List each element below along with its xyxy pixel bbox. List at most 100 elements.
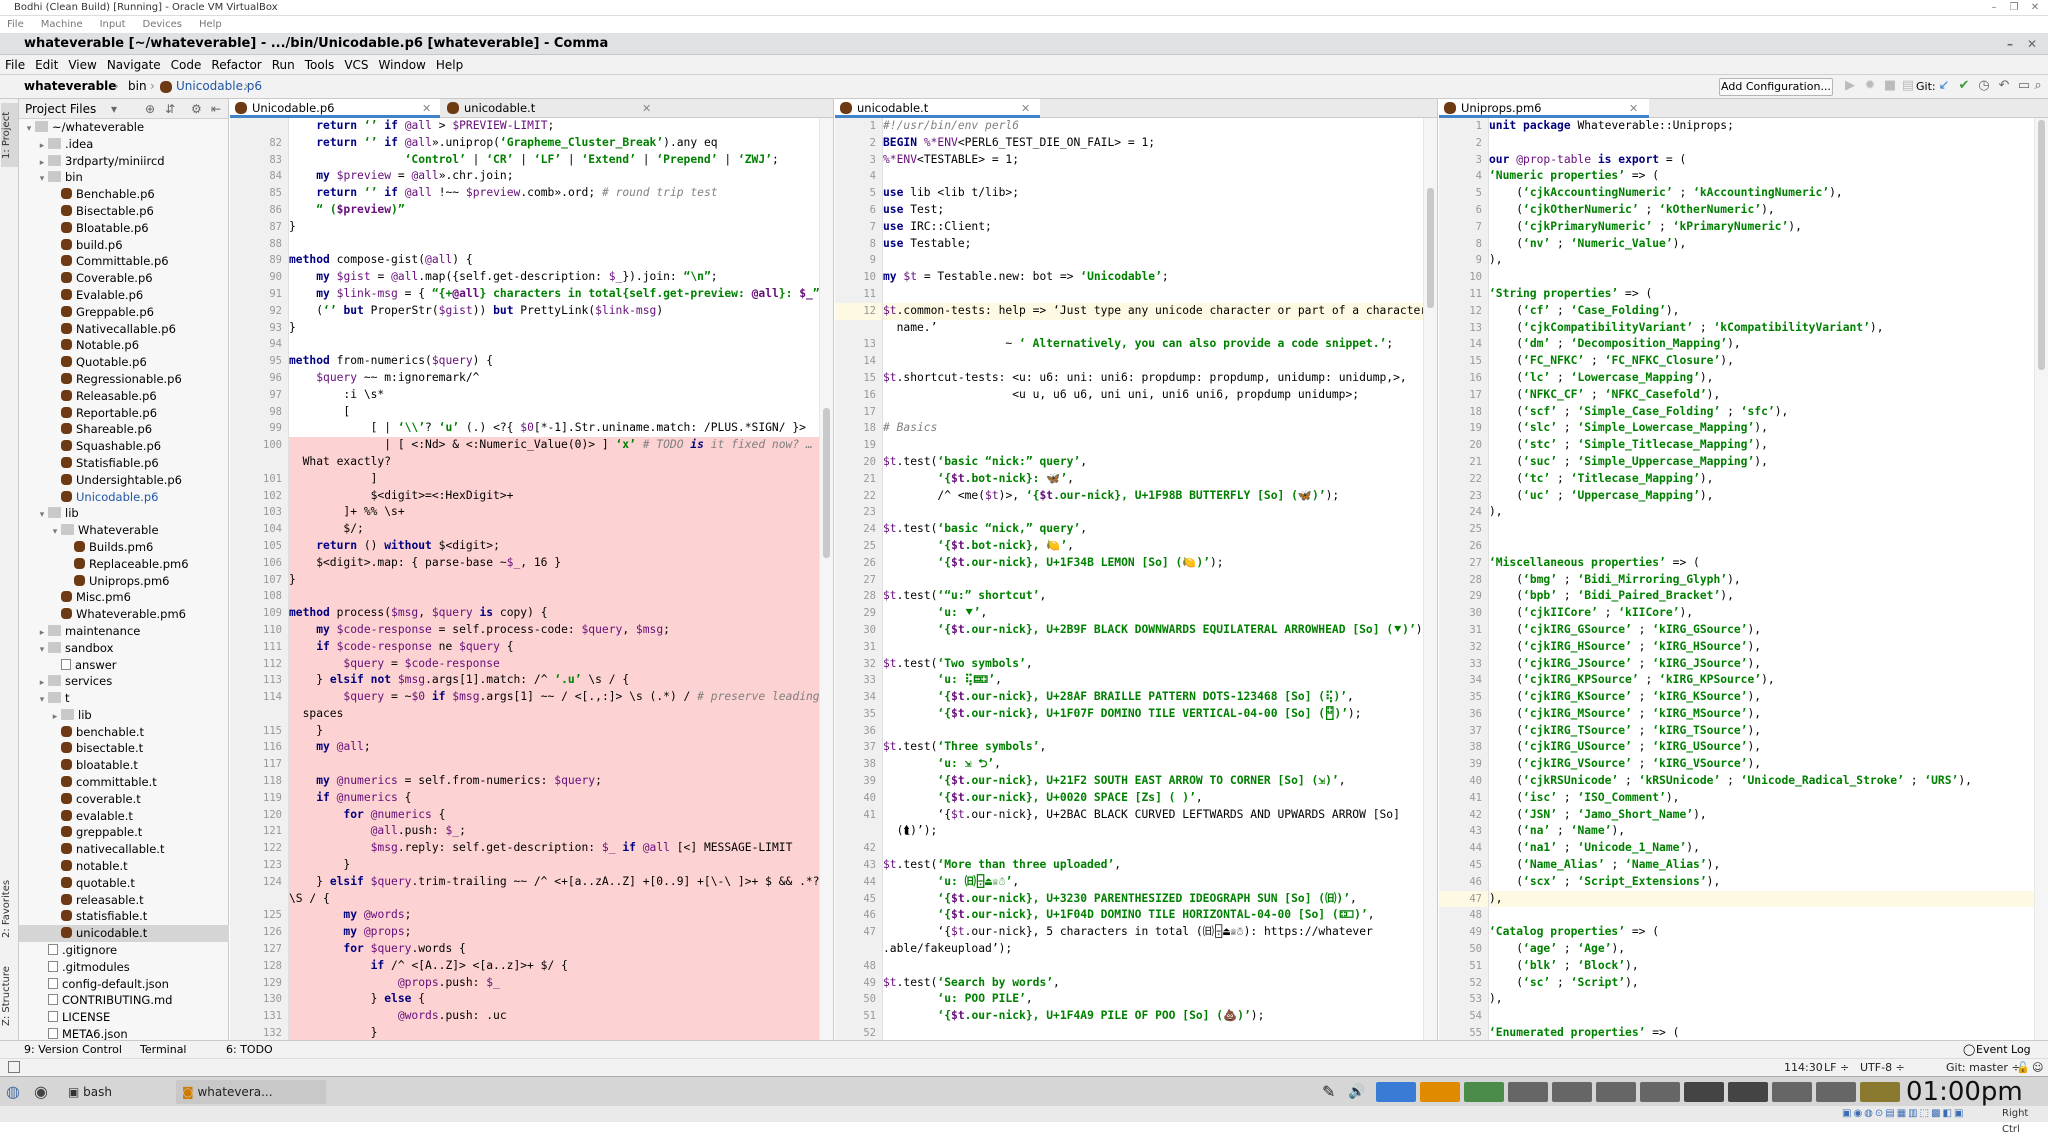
- tool-tab-project[interactable]: 1: Project: [1, 103, 18, 167]
- clock[interactable]: 01:00pm: [1906, 1079, 2023, 1105]
- collapse-icon[interactable]: ⇵: [165, 99, 175, 119]
- tab-unicodable-p6[interactable]: Unicodable.p6 ✕: [230, 99, 440, 118]
- search-icon[interactable]: ⌕: [2030, 78, 2046, 94]
- line-separator[interactable]: LF ÷: [1824, 1059, 1849, 1077]
- tree-item[interactable]: Shareable.p6: [19, 421, 229, 438]
- vbox-device-icons[interactable]: ▣◉◍⊙▤▦▥⬚▩◧▣: [1842, 1106, 1965, 1122]
- code-line[interactable]: use Test;: [883, 202, 1423, 219]
- vbox-menu-input[interactable]: Input: [100, 19, 126, 30]
- code-line[interactable]: my $gist = @all.map({self.get-descriptio…: [289, 269, 819, 286]
- tree-item[interactable]: Bloatable.p6: [19, 220, 229, 237]
- tree-item[interactable]: ▸ .idea: [19, 136, 229, 153]
- gear-icon[interactable]: ⚙: [191, 99, 202, 119]
- code-line[interactable]: %*ENV<TESTABLE> = 1;: [883, 152, 1423, 169]
- code-line[interactable]: use lib <lib t/lib>;: [883, 185, 1423, 202]
- stop-icon[interactable]: ■: [1882, 78, 1898, 94]
- code-line[interactable]: my @words;: [289, 907, 819, 925]
- tree-item[interactable]: ▾ bin: [19, 169, 229, 186]
- code-line[interactable]: method from-numerics($query) {: [289, 353, 819, 370]
- code-line[interactable]: ‘{$t.our-nick}, U+0020 SPACE [Zs] ( )’,: [883, 790, 1423, 807]
- menu-help[interactable]: Help: [431, 55, 468, 75]
- code-line[interactable]: if @numerics {: [289, 789, 819, 807]
- code-line[interactable]: ‘{$t.our-nick}, U+2BAC BLACK CURVED LEFT…: [883, 807, 1423, 824]
- lock-icon[interactable]: 🔓: [2016, 1059, 2030, 1077]
- code-line[interactable]: [1489, 135, 2034, 152]
- code-line[interactable]: [883, 639, 1423, 656]
- git-update-icon[interactable]: ↙: [1936, 78, 1952, 94]
- tree-item[interactable]: build.p6: [19, 237, 229, 254]
- code-line[interactable]: [883, 168, 1423, 185]
- tree-item[interactable]: Coverable.p6: [19, 270, 229, 287]
- code-line[interactable]: [1489, 907, 2034, 924]
- file-encoding[interactable]: UTF-8 ÷: [1860, 1059, 1905, 1077]
- code-line[interactable]: my @numerics = self.from-numerics: $quer…: [289, 773, 819, 790]
- code-line[interactable]: }: [289, 722, 819, 740]
- code-line[interactable]: .able/fakeupload’);: [883, 941, 1423, 958]
- code-line[interactable]: What exactly?: [289, 453, 819, 471]
- code-line[interactable]: (⮬)’);: [883, 823, 1423, 840]
- tree-item[interactable]: .gitmodules: [19, 959, 229, 976]
- code-line[interactable]: [883, 437, 1423, 454]
- code-line[interactable]: ‘{$t.our-nick}, U+1F04D DOMINO TILE HORI…: [883, 907, 1423, 924]
- code-line[interactable]: (‘tc’ ; ‘Titlecase_Mapping’),: [1489, 471, 2034, 488]
- code-line[interactable]: (‘nv’ ; ‘Numeric_Value’),: [1489, 236, 2034, 253]
- terminal-tab[interactable]: Terminal: [140, 1041, 187, 1059]
- tree-item[interactable]: Uniprops.pm6: [19, 573, 229, 590]
- code-line[interactable]: [883, 353, 1423, 370]
- tree-item[interactable]: Greppable.p6: [19, 304, 229, 321]
- hide-icon[interactable]: ⇤: [211, 99, 221, 119]
- tree-item[interactable]: Squashable.p6: [19, 438, 229, 455]
- menu-view[interactable]: View: [63, 55, 101, 75]
- tree-item[interactable]: Replaceable.pm6: [19, 556, 229, 573]
- code-line[interactable]: BEGIN %*ENV<PERL6_TEST_DIE_ON_FAIL> = 1;: [883, 135, 1423, 152]
- code-line[interactable]: (‘scx’ ; ‘Script_Extensions’),: [1489, 874, 2034, 891]
- menu-refactor[interactable]: Refactor: [206, 55, 266, 75]
- code-line[interactable]: ‘u: ㈰🁤⏏♕☃’,: [883, 874, 1423, 891]
- code-line[interactable]: [883, 723, 1423, 740]
- close-tab-icon[interactable]: ✕: [1021, 99, 1030, 118]
- app-launcher-icon[interactable]: ◍: [6, 1080, 20, 1104]
- code-line[interactable]: (‘cjkIRG_MSource’ ; ‘kIRG_MSource’),: [1489, 706, 2034, 723]
- vertical-scrollbar[interactable]: [2034, 118, 2048, 1040]
- code-line[interactable]: ‘{$t.our-nick}, U+1F4A9 PILE OF POO [So]…: [883, 1008, 1423, 1025]
- workspace-5[interactable]: [1552, 1082, 1592, 1102]
- code-line[interactable]: @props.push: $_: [289, 974, 819, 992]
- tree-item[interactable]: Nativecallable.p6: [19, 321, 229, 338]
- code-line[interactable]: name.’: [883, 320, 1423, 337]
- code-line[interactable]: ~ ‘ Alternatively, you can also provide …: [883, 336, 1423, 353]
- code-line[interactable]: my $t = Testable.new: bot => ‘Unicodable…: [883, 269, 1423, 286]
- close-icon[interactable]: ✕: [2026, 0, 2044, 16]
- code-line[interactable]: ]+ %% \s+: [289, 504, 819, 522]
- workspace-10[interactable]: [1772, 1082, 1812, 1102]
- code-line[interactable]: [: [289, 404, 819, 421]
- code-line[interactable]: return () without $<digit>;: [289, 537, 819, 555]
- workspace-8[interactable]: [1684, 1082, 1724, 1102]
- code-line[interactable]: ‘Catalog properties’ => (: [1489, 924, 2034, 941]
- tree-item[interactable]: ▸ 3rdparty/miniircd: [19, 153, 229, 170]
- code-line[interactable]: $t.test(‘basic “nick,” query’,: [883, 521, 1423, 538]
- debug-icon[interactable]: ✹: [1862, 78, 1878, 94]
- chevron-down-icon[interactable]: ▾: [111, 99, 117, 119]
- version-control-tab[interactable]: 9: Version Control: [24, 1041, 122, 1059]
- tree-item[interactable]: ▸ maintenance: [19, 623, 229, 640]
- tree-item[interactable]: config-default.json: [19, 976, 229, 993]
- code-line[interactable]: method process($msg, $query is copy) {: [289, 605, 819, 622]
- workspace-3[interactable]: [1464, 1082, 1504, 1102]
- git-commit-icon[interactable]: ✔: [1956, 78, 1972, 94]
- menu-tools[interactable]: Tools: [300, 55, 340, 75]
- coverage-icon[interactable]: ▤: [1900, 78, 1916, 94]
- tree-item[interactable]: Builds.pm6: [19, 539, 229, 556]
- code-line[interactable]: for @numerics {: [289, 806, 819, 824]
- pen-icon[interactable]: ✎: [1322, 1080, 1335, 1104]
- menu-vcs[interactable]: VCS: [339, 55, 373, 75]
- code-line[interactable]: @words.push: .uc: [289, 1008, 819, 1026]
- git-revert-icon[interactable]: ↶: [1996, 78, 2012, 94]
- code-line[interactable]: if $code-response ne $query {: [289, 638, 819, 656]
- task-comma[interactable]: ◙ whatevera...: [176, 1080, 326, 1104]
- code-line[interactable]: [1489, 521, 2034, 538]
- vertical-scrollbar[interactable]: [1423, 118, 1437, 1040]
- tree-item[interactable]: ▾ ~/whateverable: [19, 119, 229, 136]
- code-line[interactable]: $query ~~ m:ignoremark/^: [289, 370, 819, 387]
- code-line[interactable]: $<digit>.map: { parse-base ~$_, 16 }: [289, 554, 819, 572]
- code-line[interactable]: my @all;: [289, 739, 819, 757]
